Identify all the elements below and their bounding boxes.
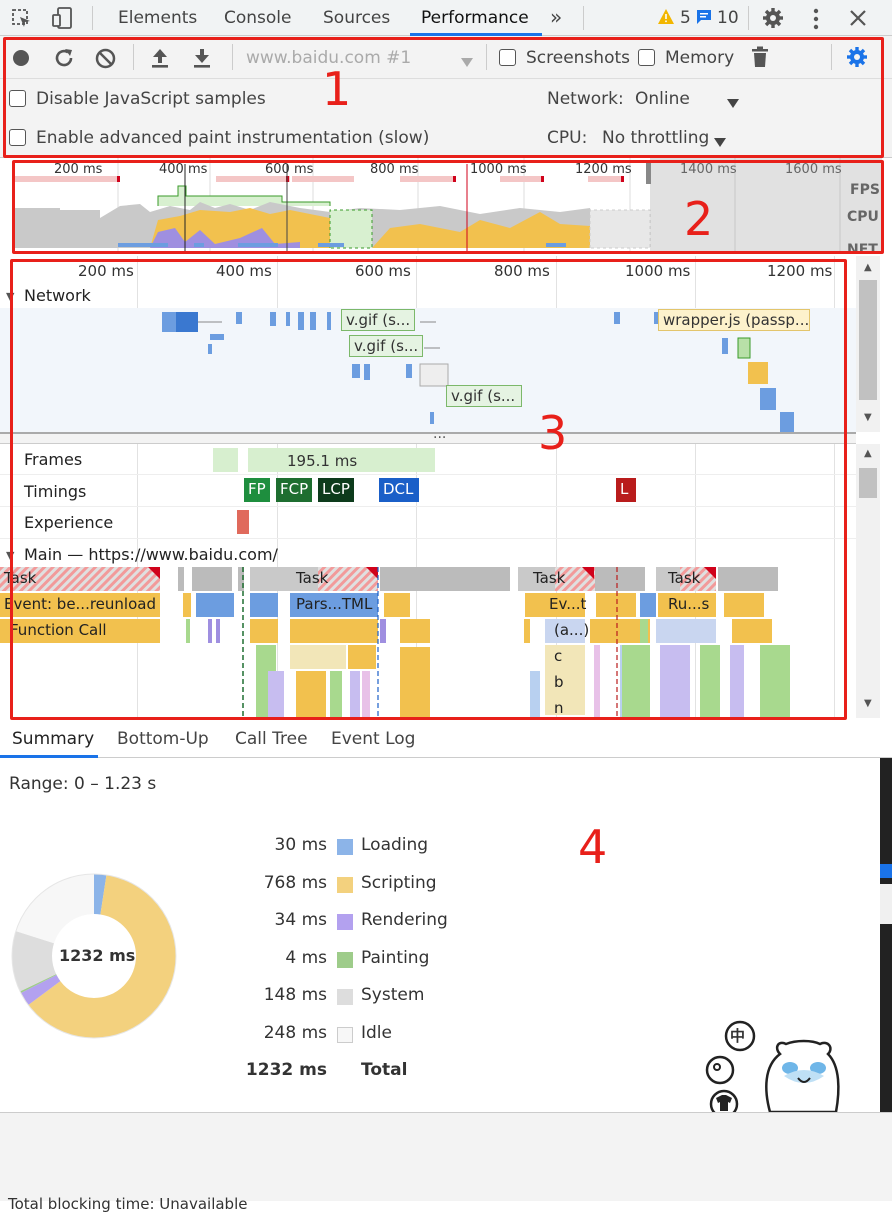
bear-sticker — [705, 1020, 840, 1119]
annotation-label-2: 2 — [684, 192, 714, 246]
footer-text: Total blocking time: Unavailable — [8, 1195, 248, 1213]
sticker-text: 中 — [730, 1027, 746, 1045]
summary-row-swatch — [337, 876, 353, 893]
tab-summary[interactable]: Summary — [12, 729, 94, 749]
annotation-box-2 — [12, 160, 884, 254]
summary-row-value: 4 ms — [285, 947, 327, 968]
summary-row-label: Painting — [361, 947, 430, 968]
summary-row-swatch — [337, 1026, 353, 1043]
annotation-label-3: 3 — [538, 406, 568, 460]
scroll-up-icon[interactable]: ▲ — [864, 448, 872, 459]
summary-row-value: 30 ms — [274, 835, 327, 855]
summary-row-label: System — [361, 985, 425, 1005]
settings-gear-icon[interactable] — [762, 7, 784, 33]
annotation-label-1: 1 — [322, 62, 352, 116]
range-text: Range: 0 – 1.23 s — [9, 774, 157, 794]
more-options-icon[interactable] — [812, 8, 820, 34]
summary-row-value: 768 ms — [263, 872, 327, 893]
tab-bottom-up[interactable]: Bottom-Up — [117, 729, 209, 749]
summary-row-value: 248 ms — [263, 1022, 327, 1043]
scroll-up-icon[interactable]: ▲ — [864, 262, 872, 273]
device-toolbar-icon[interactable] — [50, 6, 74, 30]
summary-row-value: 34 ms — [274, 910, 327, 930]
summary-row-value: 148 ms — [263, 985, 327, 1005]
annotation-box-3 — [10, 259, 847, 720]
donut-total: 1232 ms — [59, 946, 136, 965]
devtools-tab-bar: Elements Console Sources Performance » 5… — [0, 0, 892, 36]
scrollbar-thumb[interactable] — [859, 280, 877, 400]
summary-row-swatch — [337, 951, 353, 968]
summary-row-label: Loading — [361, 835, 429, 855]
summary-row-label: Scripting — [361, 872, 437, 893]
summary-row-swatch — [337, 914, 353, 930]
summary-row-label: Rendering — [361, 910, 448, 930]
tab-call-tree[interactable]: Call Tree — [235, 729, 308, 749]
annotation-label-4: 4 — [578, 820, 608, 874]
status-footer: Total blocking time: Unavailable — [0, 1112, 892, 1213]
main-scrollbar[interactable]: ▲ ▼ — [856, 444, 880, 718]
tab-sources[interactable]: Sources — [323, 8, 390, 28]
scroll-down-icon[interactable]: ▼ — [864, 412, 872, 423]
summary-total-label: Total — [361, 1060, 408, 1080]
annotation-box-1 — [3, 37, 884, 158]
details-tab-bar: Summary Bottom-Up Call Tree Event Log — [0, 722, 892, 758]
warning-count[interactable]: 5 — [680, 8, 691, 28]
summary-panel: Range: 0 – 1.23 s 1232 ms 30 ms Loading 76… — [0, 758, 880, 1119]
inspect-element-icon[interactable] — [11, 8, 33, 30]
close-icon[interactable] — [849, 9, 867, 31]
tab-event-log[interactable]: Event Log — [331, 729, 415, 749]
more-tabs-button[interactable]: » — [550, 5, 562, 29]
message-count[interactable]: 10 — [717, 8, 739, 28]
scrollbar-thumb[interactable] — [859, 468, 877, 498]
tab-console[interactable]: Console — [224, 8, 292, 28]
summary-row-swatch — [337, 989, 353, 1005]
warning-icon[interactable] — [657, 8, 675, 30]
tab-performance[interactable]: Performance — [421, 8, 529, 28]
summary-row-label: Idle — [361, 1022, 392, 1043]
network-scrollbar[interactable]: ▲ ▼ — [856, 256, 880, 432]
message-icon[interactable] — [696, 9, 712, 29]
summary-row-swatch — [337, 839, 353, 855]
summary-total-value: 1232 ms — [245, 1060, 327, 1080]
tab-elements[interactable]: Elements — [118, 8, 197, 28]
scroll-down-icon[interactable]: ▼ — [864, 698, 872, 709]
